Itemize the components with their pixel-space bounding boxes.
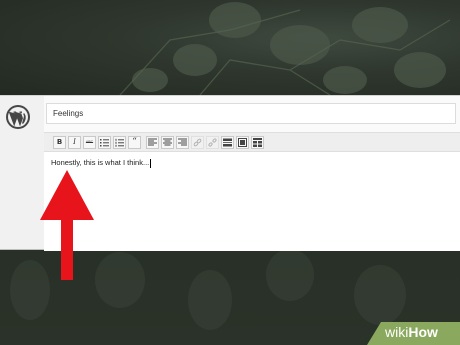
leaf-pattern-top [119,2,451,95]
post-body-text: Honestly, this is what I think... [51,158,150,167]
editor-main: B I ABC “ [44,96,460,251]
align-center-icon [163,138,172,145]
align-right-icon [178,138,187,145]
align-right-button[interactable] [176,135,189,149]
numbered-list-button[interactable] [113,135,126,149]
wikihow-prefix: wiki [385,324,409,340]
align-left-button[interactable] [146,135,159,149]
post-title-input[interactable] [46,103,456,124]
wordpress-logo-icon [6,105,30,129]
link-icon [193,138,202,146]
kitchen-sink-button[interactable] [251,135,264,149]
wikihow-suffix: How [408,324,438,340]
fullscreen-button[interactable] [236,135,249,149]
post-content-text: Honestly, this is what I think... [51,158,152,168]
italic-button[interactable]: I [68,135,81,149]
blockquote-button[interactable]: “ [128,135,141,149]
wikihow-watermark: wikiHow [367,322,460,345]
bold-button[interactable]: B [53,135,66,149]
read-more-icon [223,138,232,146]
remove-link-button[interactable] [206,135,219,149]
bullet-list-button[interactable] [98,135,111,149]
align-center-button[interactable] [161,135,174,149]
insert-link-button[interactable] [191,135,204,149]
unlink-icon [208,137,217,147]
strikethrough-button[interactable]: ABC [83,135,96,149]
red-arrow-annotation [40,170,94,280]
align-left-icon [148,138,157,145]
numbered-list-icon [115,138,124,147]
post-content-editor[interactable]: Honestly, this is what I think... [44,152,460,251]
background-photo-top [0,0,460,95]
text-cursor [150,158,152,168]
wikihow-logo-text: wikiHow [385,324,438,340]
editor-toolbar: B I ABC “ [44,132,460,152]
fullscreen-icon [238,137,247,147]
bullet-list-icon [100,138,109,146]
kitchen-sink-icon [253,137,262,147]
read-more-button[interactable] [221,135,234,149]
